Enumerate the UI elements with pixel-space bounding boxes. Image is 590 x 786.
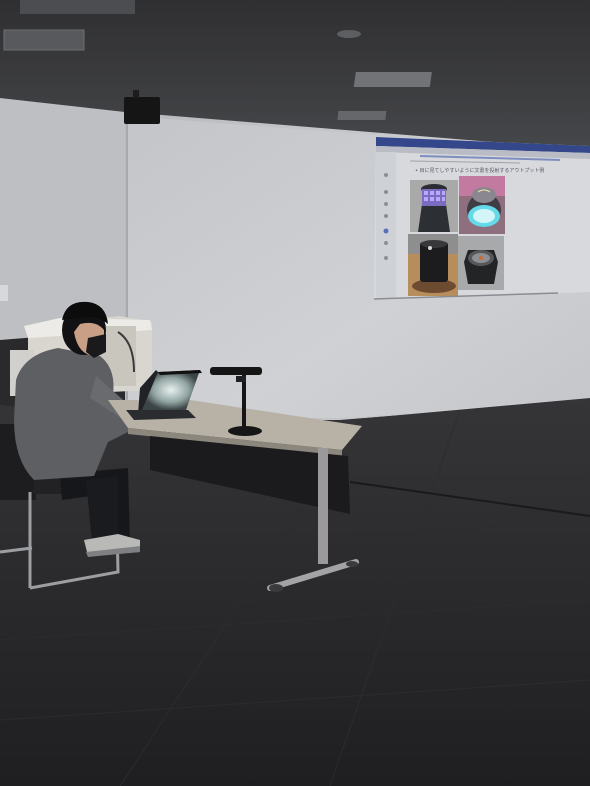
ceiling-vent-left	[3, 29, 85, 51]
projected-slide-heading: • 目に見てしやすいように文書を投射するアウトプット例	[415, 168, 545, 174]
projected-slide	[373, 137, 590, 300]
ceiling-light-panel-2	[337, 111, 387, 120]
wall-speaker	[124, 97, 160, 124]
wall-switch	[0, 285, 8, 301]
ceiling-vent-top	[20, 0, 135, 14]
thumbnail-cyan-led-ring	[459, 176, 505, 234]
thumbnail-purple-led-cube	[410, 180, 458, 232]
left-wall	[0, 98, 125, 340]
ceiling-sensor	[337, 30, 361, 38]
thumbnail-black-speaker	[408, 234, 458, 296]
lecture-room-scene: • 目に見てしやすいように文書を投射するアウトプット例	[0, 0, 590, 786]
thumbnail-grid	[408, 176, 505, 296]
ceiling-light-panel	[353, 72, 432, 87]
thumbnail-hex-speaker	[458, 236, 504, 290]
